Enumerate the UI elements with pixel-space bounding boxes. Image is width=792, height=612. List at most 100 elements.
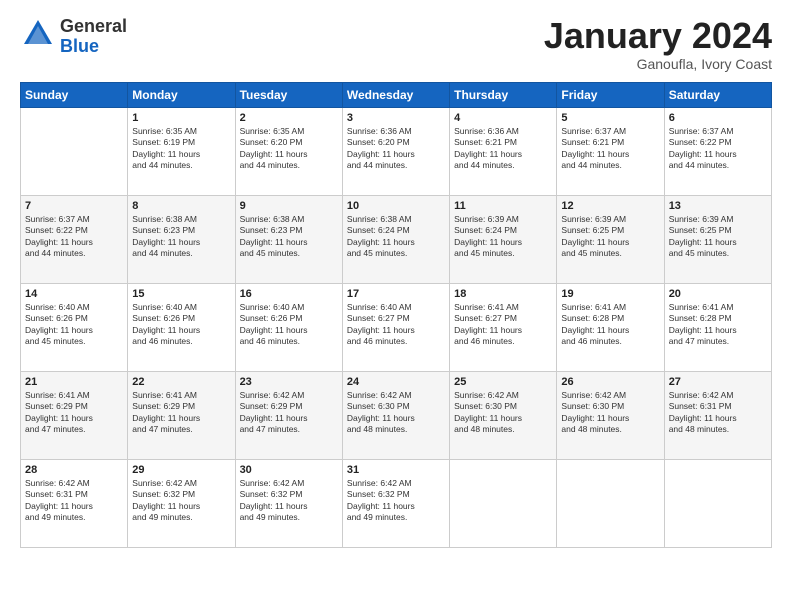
- week-row-3: 21 Sunrise: 6:41 AMSunset: 6:29 PMDayligh…: [21, 371, 772, 459]
- day-number: 13: [669, 200, 767, 212]
- calendar-body: 1 Sunrise: 6:35 AMSunset: 6:19 PMDaylight…: [21, 107, 772, 547]
- calendar-cell: 13Sunrise: 6:39 AMSunset: 6:25 PMDayligh…: [664, 195, 771, 283]
- day-number: 9: [240, 200, 338, 212]
- day-info: Sunrise: 6:39 AMSunset: 6:24 PMDaylight:…: [454, 214, 552, 260]
- header-day-tuesday: Tuesday: [235, 82, 342, 107]
- calendar-cell: 4 Sunrise: 6:36 AMSunset: 6:21 PMDaylight…: [450, 107, 557, 195]
- header-day-thursday: Thursday: [450, 82, 557, 107]
- day-number: 28: [25, 464, 123, 476]
- header-day-sunday: Sunday: [21, 82, 128, 107]
- calendar-cell: 14 Sunrise: 6:40 AMSunset: 6:26 PMDayligh…: [21, 283, 128, 371]
- day-number: 29: [132, 464, 230, 476]
- day-info: Sunrise: 6:40 AMSunset: 6:27 PMDaylight:…: [347, 302, 445, 348]
- calendar-cell: [664, 459, 771, 547]
- week-row-2: 14 Sunrise: 6:40 AMSunset: 6:26 PMDayligh…: [21, 283, 772, 371]
- calendar-cell: 30Sunrise: 6:42 AMSunset: 6:32 PMDayligh…: [235, 459, 342, 547]
- day-info: Sunrise: 6:40 AMSunset: 6:26 PMDaylight:…: [25, 302, 123, 348]
- calendar-cell: 12 Sunrise: 6:39 AMSunset: 6:25 PMDayligh…: [557, 195, 664, 283]
- day-number: 6: [669, 112, 767, 124]
- logo-icon: [20, 16, 56, 57]
- day-number: 2: [240, 112, 338, 124]
- day-number: 24: [347, 376, 445, 388]
- day-number: 11: [454, 200, 552, 212]
- calendar-header: SundayMondayTuesdayWednesdayThursdayFrid…: [21, 82, 772, 107]
- header-row: SundayMondayTuesdayWednesdayThursdayFrid…: [21, 82, 772, 107]
- day-info: Sunrise: 6:40 AMSunset: 6:26 PMDaylight:…: [240, 302, 338, 348]
- calendar-cell: 15Sunrise: 6:40 AMSunset: 6:26 PMDayligh…: [128, 283, 235, 371]
- logo-text: General Blue: [60, 17, 127, 57]
- title-block: January 2024 Ganoufla, Ivory Coast: [544, 16, 772, 72]
- day-number: 17: [347, 288, 445, 300]
- calendar-cell: 25 Sunrise: 6:42 AMSunset: 6:30 PMDayligh…: [450, 371, 557, 459]
- day-info: Sunrise: 6:38 AMSunset: 6:24 PMDaylight:…: [347, 214, 445, 260]
- day-info: Sunrise: 6:35 AMSunset: 6:19 PMDaylight:…: [132, 126, 230, 172]
- logo: General Blue: [20, 16, 127, 57]
- week-row-4: 28 Sunrise: 6:42 AMSunset: 6:31 PMDayligh…: [21, 459, 772, 547]
- day-info: Sunrise: 6:39 AMSunset: 6:25 PMDaylight:…: [561, 214, 659, 260]
- day-number: 23: [240, 376, 338, 388]
- day-info: Sunrise: 6:41 AMSunset: 6:29 PMDaylight:…: [25, 390, 123, 436]
- calendar-cell: 28 Sunrise: 6:42 AMSunset: 6:31 PMDayligh…: [21, 459, 128, 547]
- page: General Blue January 2024 Ganoufla, Ivor…: [0, 0, 792, 612]
- calendar-cell: 6 Sunrise: 6:37 AMSunset: 6:22 PMDaylight…: [664, 107, 771, 195]
- day-info: Sunrise: 6:37 AMSunset: 6:22 PMDaylight:…: [669, 126, 767, 172]
- logo-blue-label: Blue: [60, 37, 127, 57]
- day-info: Sunrise: 6:37 AMSunset: 6:21 PMDaylight:…: [561, 126, 659, 172]
- calendar-cell: 22Sunrise: 6:41 AMSunset: 6:29 PMDayligh…: [128, 371, 235, 459]
- calendar-cell: 24Sunrise: 6:42 AMSunset: 6:30 PMDayligh…: [342, 371, 449, 459]
- calendar-cell: 26Sunrise: 6:42 AMSunset: 6:30 PMDayligh…: [557, 371, 664, 459]
- header-day-friday: Friday: [557, 82, 664, 107]
- calendar-cell: [557, 459, 664, 547]
- calendar-cell: [21, 107, 128, 195]
- day-info: Sunrise: 6:42 AMSunset: 6:32 PMDaylight:…: [347, 478, 445, 524]
- day-info: Sunrise: 6:42 AMSunset: 6:31 PMDaylight:…: [25, 478, 123, 524]
- day-number: 1: [132, 112, 230, 124]
- day-number: 7: [25, 200, 123, 212]
- day-number: 21: [25, 376, 123, 388]
- day-info: Sunrise: 6:38 AMSunset: 6:23 PMDaylight:…: [132, 214, 230, 260]
- day-number: 5: [561, 112, 659, 124]
- calendar-cell: 23 Sunrise: 6:42 AMSunset: 6:29 PMDayligh…: [235, 371, 342, 459]
- calendar-cell: 3Sunrise: 6:36 AMSunset: 6:20 PMDaylight…: [342, 107, 449, 195]
- day-info: Sunrise: 6:38 AMSunset: 6:23 PMDaylight:…: [240, 214, 338, 260]
- calendar-cell: 5 Sunrise: 6:37 AMSunset: 6:21 PMDaylight…: [557, 107, 664, 195]
- calendar-cell: 29Sunrise: 6:42 AMSunset: 6:32 PMDayligh…: [128, 459, 235, 547]
- day-info: Sunrise: 6:42 AMSunset: 6:30 PMDaylight:…: [454, 390, 552, 436]
- day-info: Sunrise: 6:41 AMSunset: 6:27 PMDaylight:…: [454, 302, 552, 348]
- calendar-cell: 16Sunrise: 6:40 AMSunset: 6:26 PMDayligh…: [235, 283, 342, 371]
- day-number: 31: [347, 464, 445, 476]
- day-info: Sunrise: 6:36 AMSunset: 6:20 PMDaylight:…: [347, 126, 445, 172]
- subtitle: Ganoufla, Ivory Coast: [544, 56, 772, 72]
- calendar-cell: 20Sunrise: 6:41 AMSunset: 6:28 PMDayligh…: [664, 283, 771, 371]
- calendar-cell: 10 Sunrise: 6:38 AMSunset: 6:24 PMDayligh…: [342, 195, 449, 283]
- calendar-cell: [450, 459, 557, 547]
- day-number: 19: [561, 288, 659, 300]
- calendar-cell: 31 Sunrise: 6:42 AMSunset: 6:32 PMDayligh…: [342, 459, 449, 547]
- day-number: 10: [347, 200, 445, 212]
- day-info: Sunrise: 6:42 AMSunset: 6:30 PMDaylight:…: [561, 390, 659, 436]
- calendar-cell: 9 Sunrise: 6:38 AMSunset: 6:23 PMDaylight…: [235, 195, 342, 283]
- day-number: 30: [240, 464, 338, 476]
- day-number: 4: [454, 112, 552, 124]
- day-number: 14: [25, 288, 123, 300]
- calendar-table: SundayMondayTuesdayWednesdayThursdayFrid…: [20, 82, 772, 548]
- day-number: 8: [132, 200, 230, 212]
- day-number: 25: [454, 376, 552, 388]
- day-number: 15: [132, 288, 230, 300]
- header: General Blue January 2024 Ganoufla, Ivor…: [20, 16, 772, 72]
- day-info: Sunrise: 6:37 AMSunset: 6:22 PMDaylight:…: [25, 214, 123, 260]
- day-number: 22: [132, 376, 230, 388]
- calendar-cell: 17 Sunrise: 6:40 AMSunset: 6:27 PMDayligh…: [342, 283, 449, 371]
- calendar-cell: 11 Sunrise: 6:39 AMSunset: 6:24 PMDayligh…: [450, 195, 557, 283]
- header-day-monday: Monday: [128, 82, 235, 107]
- calendar-cell: 2Sunrise: 6:35 AMSunset: 6:20 PMDaylight…: [235, 107, 342, 195]
- day-number: 12: [561, 200, 659, 212]
- day-info: Sunrise: 6:41 AMSunset: 6:28 PMDaylight:…: [561, 302, 659, 348]
- day-info: Sunrise: 6:41 AMSunset: 6:28 PMDaylight:…: [669, 302, 767, 348]
- calendar-cell: 1 Sunrise: 6:35 AMSunset: 6:19 PMDaylight…: [128, 107, 235, 195]
- header-day-saturday: Saturday: [664, 82, 771, 107]
- calendar-cell: 21 Sunrise: 6:41 AMSunset: 6:29 PMDayligh…: [21, 371, 128, 459]
- day-info: Sunrise: 6:36 AMSunset: 6:21 PMDaylight:…: [454, 126, 552, 172]
- day-info: Sunrise: 6:42 AMSunset: 6:29 PMDaylight:…: [240, 390, 338, 436]
- month-title: January 2024: [544, 16, 772, 56]
